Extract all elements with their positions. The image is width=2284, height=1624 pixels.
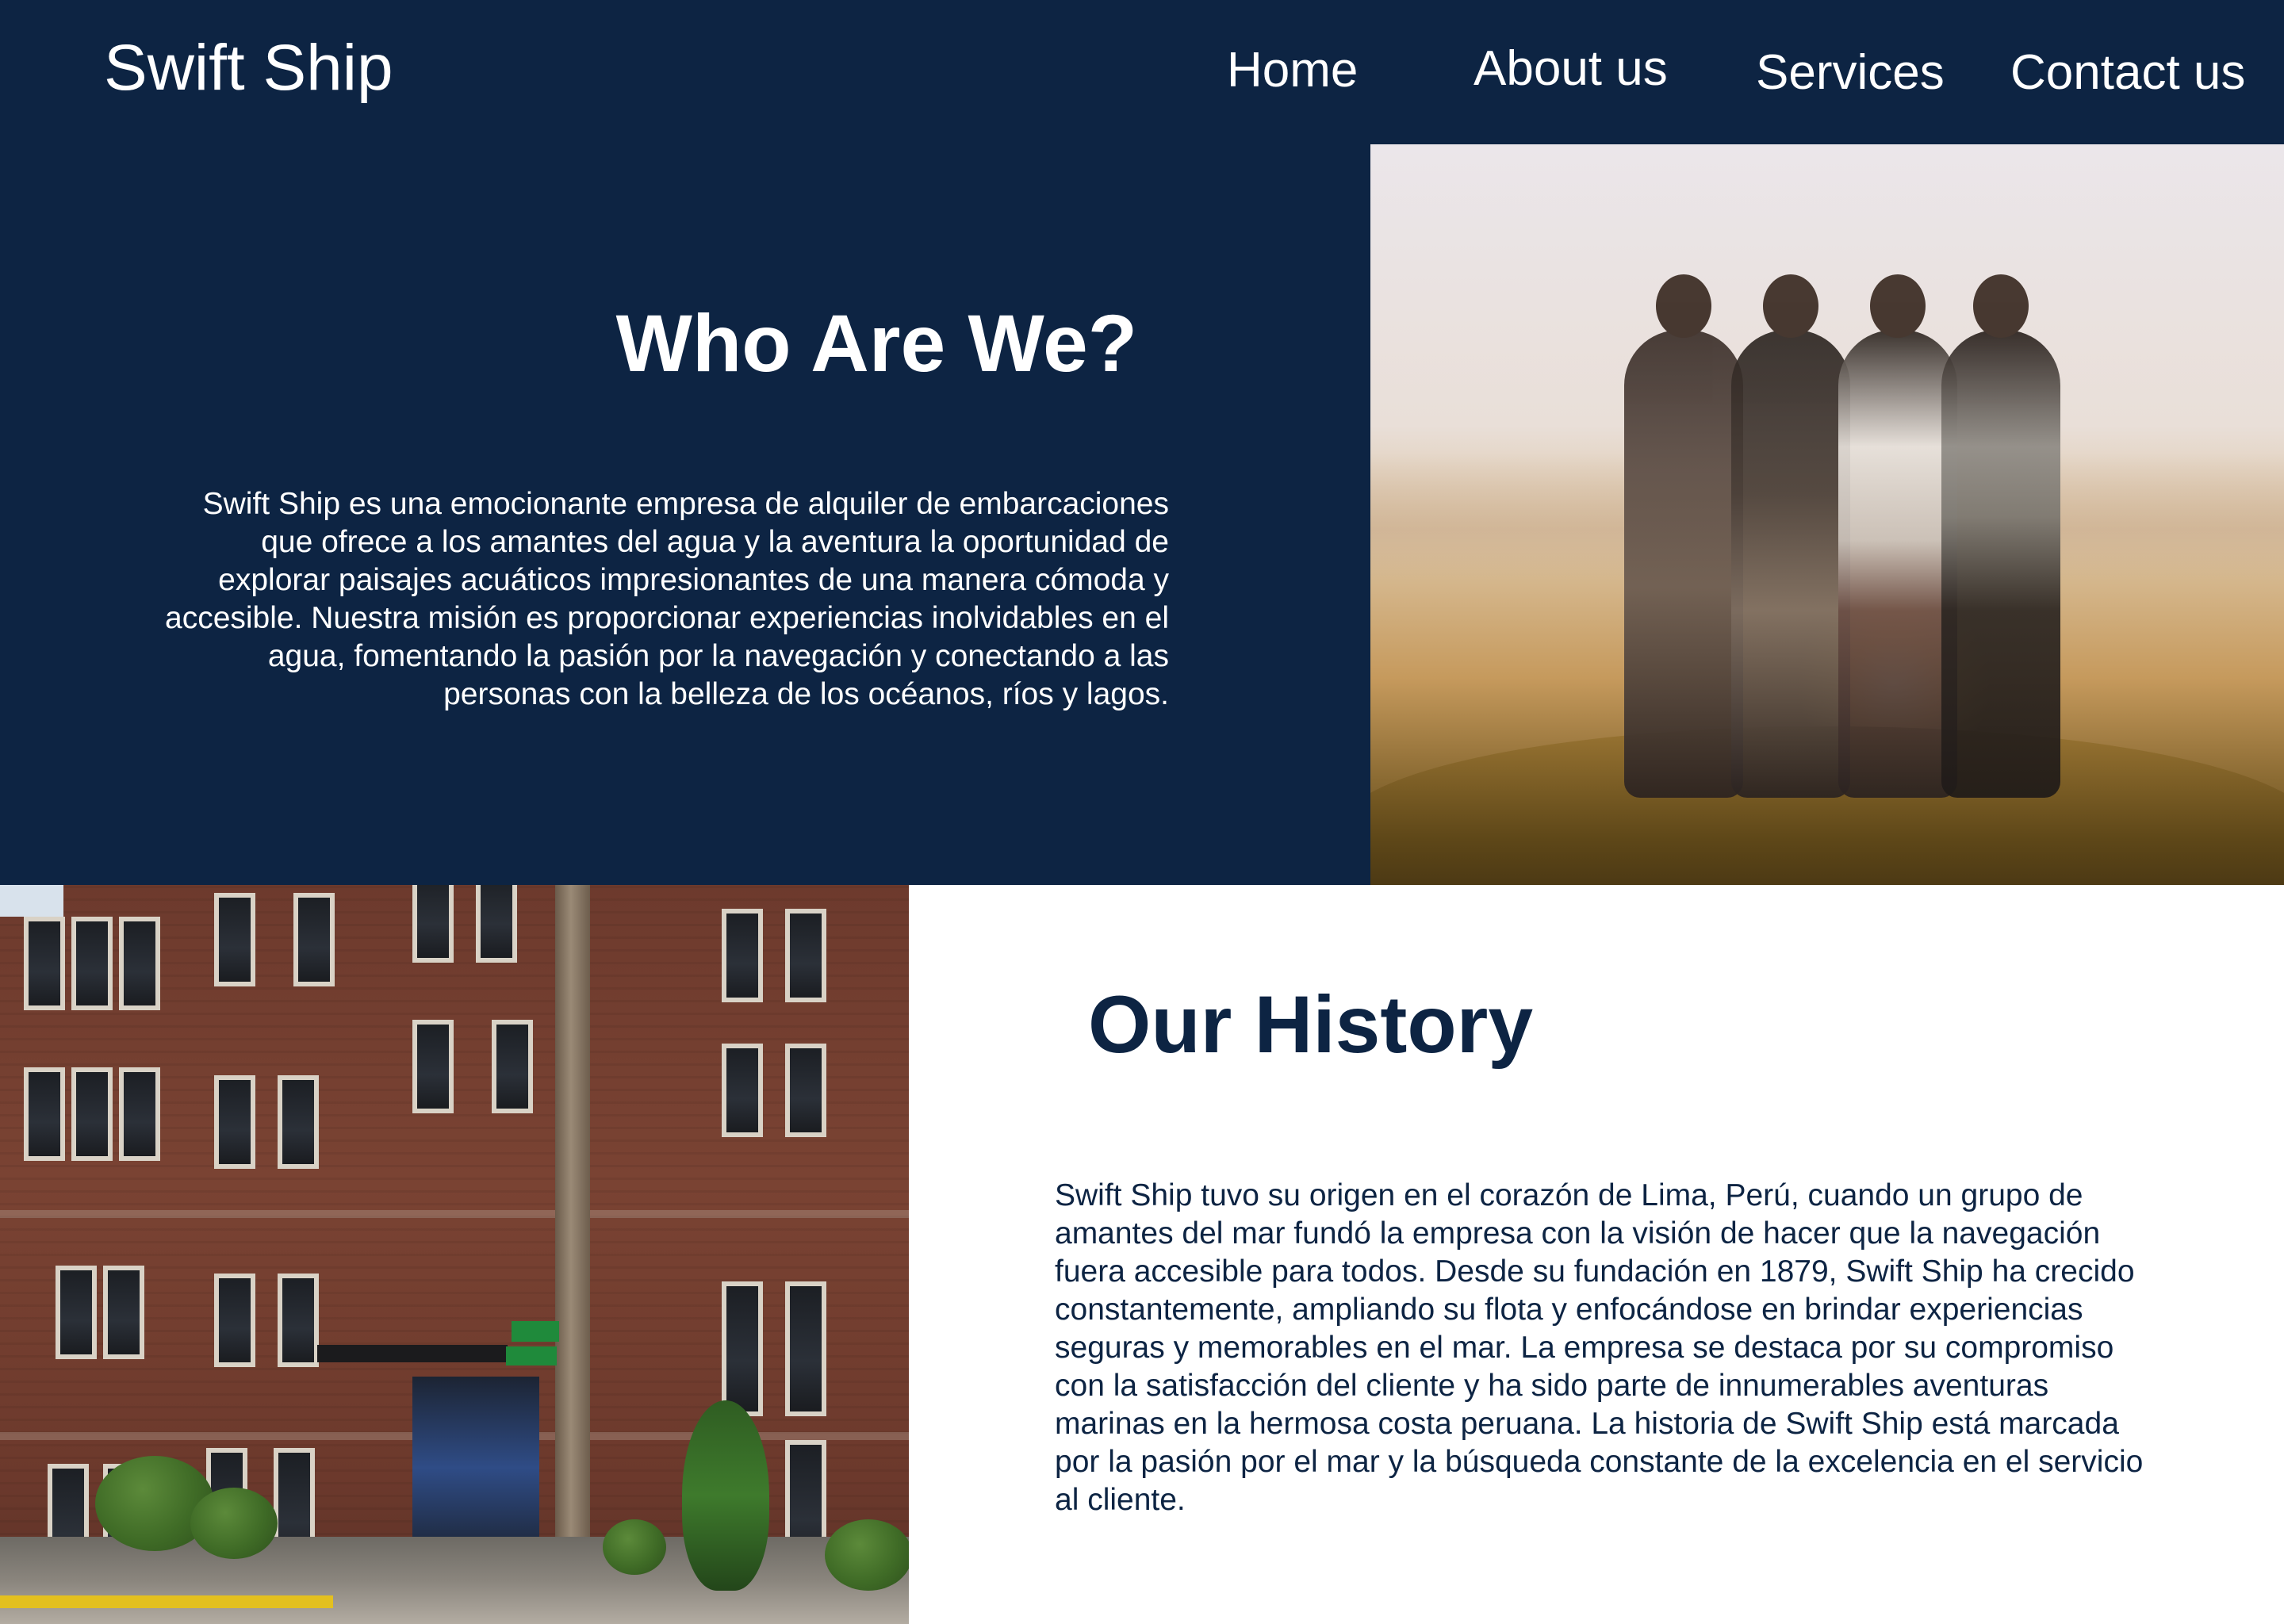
friends-sunset-photo bbox=[1370, 144, 2284, 885]
site-header: Swift Ship Home About us Services Contac… bbox=[0, 0, 2284, 144]
who-are-we-paragraph: Swift Ship es una emocionante empresa de… bbox=[165, 487, 1169, 711]
who-are-we-heading: Who Are We? bbox=[615, 298, 1137, 389]
our-history-heading: Our History bbox=[1088, 979, 1534, 1070]
nav-link-contact-us[interactable]: Contact us bbox=[2010, 41, 2245, 105]
nav-link-home[interactable]: Home bbox=[1227, 39, 1358, 102]
brand-logo-text[interactable]: Swift Ship bbox=[104, 29, 393, 108]
nav-link-about-us[interactable]: About us bbox=[1473, 37, 1668, 101]
our-history-paragraph: Swift Ship tuvo su origen en el corazón … bbox=[1055, 1178, 2144, 1517]
brick-building-photo bbox=[0, 885, 909, 1624]
nav-link-services[interactable]: Services bbox=[1756, 41, 1945, 105]
